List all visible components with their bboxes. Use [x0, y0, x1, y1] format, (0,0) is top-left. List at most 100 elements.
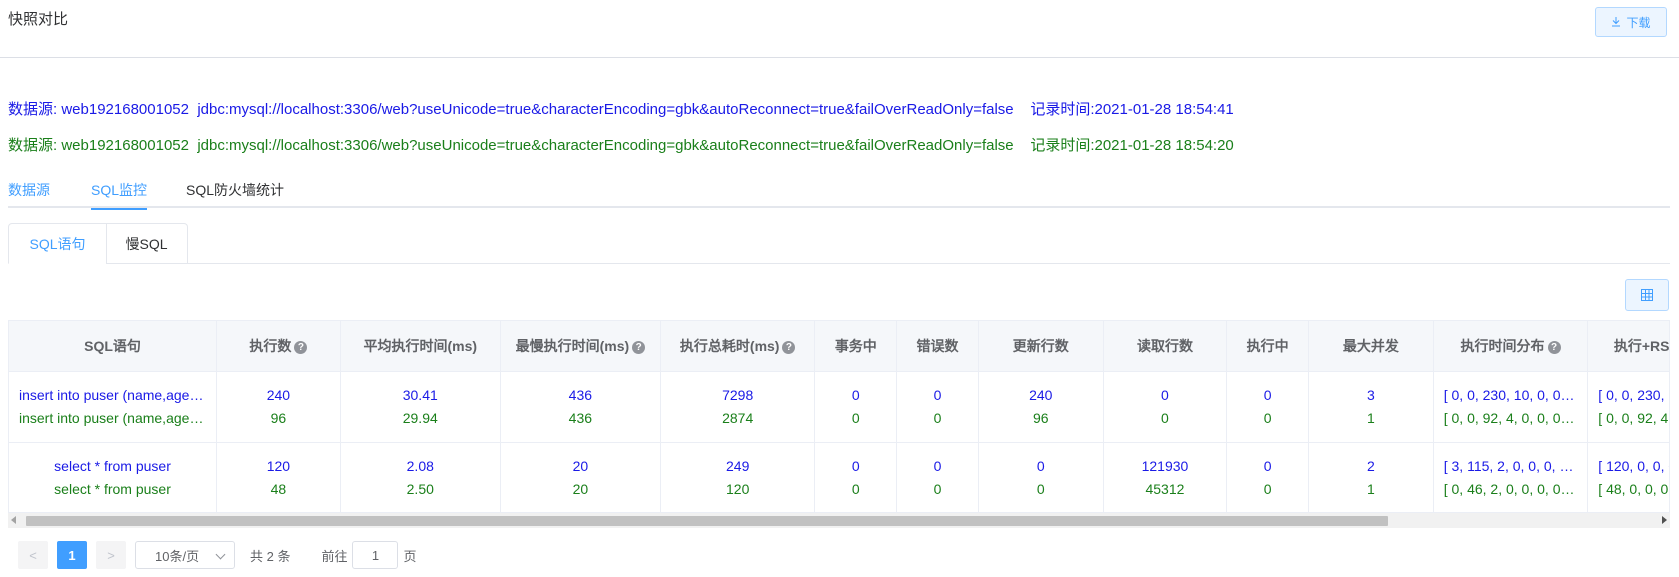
snapshot-2-value: 0 — [1263, 409, 1272, 426]
snapshot-1-value: 0 — [851, 386, 860, 403]
grid-icon — [1641, 289, 1653, 301]
goto-prefix: 前往 — [321, 548, 348, 564]
column-header-max-time[interactable]: 最慢执行时间(ms)? — [500, 321, 661, 372]
snapshot-1-value: 0 — [851, 457, 860, 474]
table-cell: [ 0, 0, 230, 10, 0, 0, 0, 0 ] [ 0, 0, 92,… — [1587, 371, 1669, 443]
snapshot-1-value: select * from puser — [54, 457, 171, 474]
scroll-thumb[interactable] — [26, 516, 1388, 526]
column-header-label: 更新行数 — [1012, 337, 1069, 354]
snapshot-1-value: 0 — [1036, 457, 1045, 474]
column-header-read-rows[interactable]: 读取行数 — [1103, 321, 1228, 372]
column-settings-button[interactable] — [1625, 279, 1669, 311]
snapshot-2-value: [ 0, 0, 92, 4, 0, 0, 0, 0 ] — [1443, 409, 1578, 426]
table-cell: 21 — [1308, 442, 1434, 514]
column-header-rs-histogram[interactable]: 执行+RS时分布? — [1587, 321, 1669, 372]
table-cell: 00 — [896, 442, 979, 514]
page-size-value: 10条/页 — [155, 548, 200, 564]
tab-sql-statement[interactable]: SQL语句 — [8, 223, 107, 264]
column-header-running[interactable]: 执行中 — [1226, 321, 1309, 372]
download-button[interactable]: 下载 — [1595, 7, 1667, 37]
table-cell: 00 — [896, 371, 979, 443]
goto-page-input[interactable]: 1 — [352, 541, 399, 569]
column-header-in-txn[interactable]: 事务中 — [814, 321, 898, 372]
table-cell: 00 — [978, 442, 1104, 514]
snapshot-2-value: 1 — [1366, 480, 1375, 497]
chevron-down-icon — [215, 549, 226, 560]
snapshot-1-value: 7298 — [722, 386, 754, 403]
snapshot-2-value: 0 — [933, 480, 942, 497]
snapshot-2-value: 1 — [1366, 409, 1375, 426]
column-header-label: 执行总耗时(ms) — [679, 337, 780, 354]
help-icon[interactable]: ? — [1547, 340, 1561, 354]
table-row: insert into puser (name,age) values (?,?… — [9, 371, 1669, 443]
column-header-label: 执行时间分布 — [1460, 337, 1545, 354]
column-header-errors[interactable]: 错误数 — [896, 321, 979, 372]
snapshot-2-value: 0 — [1036, 480, 1045, 497]
snapshot-2-value: 0 — [851, 409, 860, 426]
snapshot-2-value: select * from puser — [54, 480, 171, 497]
snapshot-2-value: [ 0, 0, 92, 4, 0, 0, 0, 0 ] — [1598, 409, 1669, 426]
pagination: < 1 > 10条/页 共 2 条 前往 1 页 — [18, 541, 417, 569]
tab-slow-sql[interactable]: 慢SQL — [106, 223, 188, 264]
table-cell: 7298 2874 — [660, 371, 816, 443]
help-icon[interactable]: ? — [294, 340, 308, 354]
table-cell: 00 — [814, 442, 898, 514]
page-1-button[interactable]: 1 — [57, 541, 87, 569]
column-header-update-rows[interactable]: 更新行数 — [978, 321, 1104, 372]
snapshot-1-value: 0 — [933, 386, 942, 403]
column-header-sql[interactable]: SQL语句 — [9, 321, 218, 372]
snapshot-1-value: 3 — [1366, 386, 1375, 403]
page-size-select[interactable]: 10条/页 — [135, 541, 235, 569]
goto-suffix: 页 — [403, 548, 417, 564]
table-cell: select * from puser select * from puser — [9, 442, 218, 514]
column-header-max-concurrent[interactable]: 最大并发 — [1308, 321, 1434, 372]
tab-sql-firewall[interactable]: SQL防火墙统计 — [186, 180, 284, 208]
snapshot-1-value: 2 — [1366, 457, 1375, 474]
column-header-label: 平均执行时间(ms) — [363, 337, 478, 354]
next-page-button[interactable]: > — [96, 541, 126, 569]
snapshot-2-value: 29.94 — [402, 409, 438, 426]
help-icon[interactable]: ? — [632, 340, 646, 354]
column-header-total-time[interactable]: 执行总耗时(ms)? — [660, 321, 816, 372]
snapshot-1-value: 0 — [1161, 386, 1169, 403]
snapshot-1-value: 0 — [933, 457, 942, 474]
main-tabs: 数据源 SQL监控 SQL防火墙统计 — [8, 180, 1670, 210]
snapshot-1-value: [ 3, 115, 2, 0, 0, 0, 0, 0 ] — [1443, 457, 1578, 474]
column-header-label: 执行数 — [249, 337, 292, 354]
column-header-label: 读取行数 — [1136, 337, 1193, 354]
snapshot-1-value: 121930 — [1141, 457, 1189, 474]
page-title: 快照对比 — [8, 11, 69, 28]
snapshot-2-value: [ 0, 46, 2, 0, 0, 0, 0, 0 ] — [1443, 480, 1578, 497]
horizontal-scrollbar[interactable] — [8, 512, 1670, 528]
table-cell: 00 — [1103, 371, 1228, 443]
snapshot-1-value: 2.08 — [406, 457, 434, 474]
snapshot-2-value: 2.50 — [406, 480, 434, 497]
tab-datasource[interactable]: 数据源 — [8, 180, 50, 208]
table-cell: [ 3, 115, 2, 0, 0, 0, 0, 0 ] [ 0, 46, 2, … — [1433, 442, 1589, 514]
snapshot-2-value: 48 — [270, 480, 287, 497]
sql-table: SQL语句 执行数? 平均执行时间(ms) 最慢执行时间(ms)? 执行总耗时(ms)?… — [8, 320, 1670, 528]
table-cell: 00 — [1226, 371, 1309, 443]
scroll-right-icon[interactable] — [1662, 516, 1667, 524]
help-icon[interactable]: ? — [782, 340, 796, 354]
column-header-label: 事务中 — [834, 337, 877, 354]
snapshot-1-value: [ 0, 0, 230, 10, 0, 0, 0, 0 ] — [1443, 386, 1578, 403]
column-header-label: SQL语句 — [84, 337, 141, 354]
snapshot-1-value: 30.41 — [402, 386, 438, 403]
snapshot-1-value: 240 — [266, 386, 291, 403]
prev-page-button[interactable]: < — [18, 541, 48, 569]
table-cell: 249 120 — [660, 442, 816, 514]
column-header-time-histogram[interactable]: 执行时间分布? — [1433, 321, 1589, 372]
snapshot-1-value: 0 — [1263, 457, 1272, 474]
snapshot-2-value: 96 — [1032, 409, 1049, 426]
snapshot-1-value: insert into puser (name,age) values (?,?… — [19, 386, 206, 403]
snapshot-2-value: 96 — [270, 409, 287, 426]
column-header-exec-count[interactable]: 执行数? — [216, 321, 341, 372]
column-header-label: 最大并发 — [1342, 337, 1399, 354]
table-cell: 31 — [1308, 371, 1434, 443]
column-header-avg-time[interactable]: 平均执行时间(ms) — [340, 321, 501, 372]
scroll-left-icon[interactable] — [11, 516, 16, 524]
snapshot-2-value: 0 — [1161, 409, 1169, 426]
snapshot-2-value: [ 48, 0, 0, 0, 0, 0, 0, 0 ] — [1598, 480, 1669, 497]
tab-sql-monitor[interactable]: SQL监控 — [91, 180, 148, 210]
